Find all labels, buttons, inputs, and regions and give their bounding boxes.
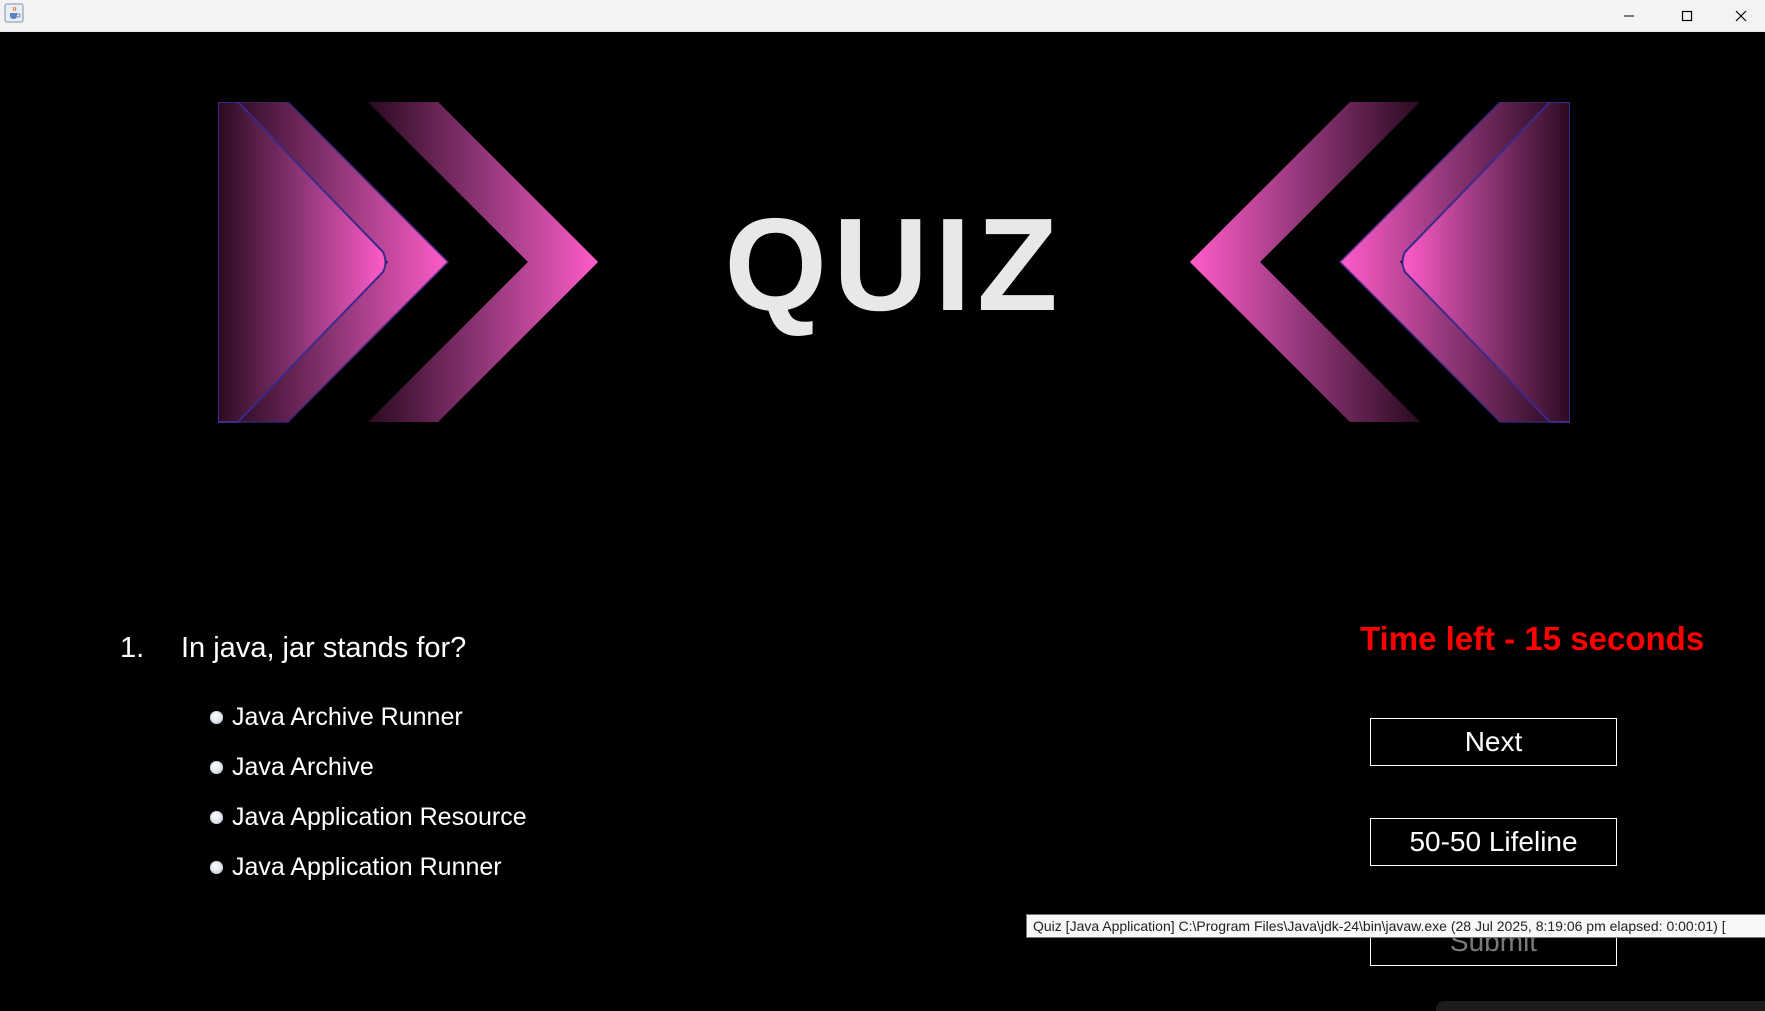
question-number: 1. xyxy=(120,632,145,664)
title-bar xyxy=(0,0,1765,32)
close-icon xyxy=(1735,10,1746,21)
radio-button[interactable] xyxy=(210,810,223,824)
option-label: Java Archive Runner xyxy=(232,702,463,731)
maximize-button[interactable] xyxy=(1658,0,1716,31)
radio-button[interactable] xyxy=(210,860,223,874)
time-left-label: Time left - 15 seconds xyxy=(1360,620,1705,657)
maximize-icon xyxy=(1681,10,1693,21)
radio-button[interactable] xyxy=(210,710,223,724)
option-label: Java Application Runner xyxy=(232,852,502,881)
question-text: In java, jar stands for? xyxy=(181,632,467,664)
option-2[interactable]: Java Archive xyxy=(210,749,374,785)
option-3[interactable]: Java Application Resource xyxy=(210,799,527,835)
lifeline-button[interactable]: 50-50 Lifeline xyxy=(1370,818,1617,866)
quiz-panel: QUIZ 1. In java, jar stands for? Java Ar… xyxy=(0,32,1765,1011)
process-tooltip: Quiz [Java Application] C:\Program Files… xyxy=(1026,914,1765,938)
radio-button[interactable] xyxy=(210,760,223,774)
quiz-banner-image: QUIZ xyxy=(218,102,1570,423)
close-button[interactable] xyxy=(1716,0,1765,31)
quiz-banner-title: QUIZ xyxy=(724,191,1063,338)
next-button[interactable]: Next xyxy=(1370,718,1617,766)
java-cup-icon xyxy=(4,3,24,23)
taskbar-edge xyxy=(1436,1001,1765,1011)
minimize-button[interactable] xyxy=(1600,0,1658,31)
option-1[interactable]: Java Archive Runner xyxy=(210,699,463,735)
option-label: Java Application Resource xyxy=(232,802,527,831)
minimize-icon xyxy=(1624,15,1634,16)
left-chevrons xyxy=(218,102,598,423)
right-chevrons xyxy=(1190,102,1570,423)
option-4[interactable]: Java Application Runner xyxy=(210,849,502,885)
option-label: Java Archive xyxy=(232,752,374,781)
